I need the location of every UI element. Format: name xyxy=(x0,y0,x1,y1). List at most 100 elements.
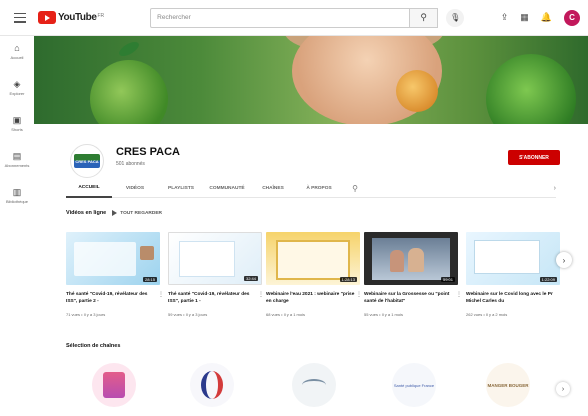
video-meta: 262 vues • Il y a 2 mois xyxy=(466,312,508,317)
side-rail: ⌂ Accueil ◈ Explorer ▣ Shorts ▤ Abonneme… xyxy=(0,36,34,416)
video-title[interactable]: Thé santé "Covid-19, révélateur des ISS"… xyxy=(66,292,158,305)
channel-logo-icon xyxy=(302,379,326,391)
thumbnail-slide xyxy=(74,242,136,276)
carousel-next-chevron-icon[interactable]: › xyxy=(556,252,572,268)
thumbnail-person xyxy=(390,250,404,272)
video-title[interactable]: Webinaire l'eau 2021 : webinaire "prise … xyxy=(266,292,358,305)
mic-icon: 🎙 xyxy=(450,13,461,22)
video-duration: 32:44 xyxy=(243,276,258,281)
menu-icon[interactable] xyxy=(14,12,26,23)
video-duration: 1:22:09 xyxy=(539,277,557,282)
featured-channel-avatar[interactable] xyxy=(292,363,336,407)
video-thumbnail[interactable]: 28:15 xyxy=(66,232,160,285)
channel-search-icon[interactable]: ⚲ xyxy=(342,184,368,193)
banner-apple-right xyxy=(486,54,576,124)
notifications-icon[interactable]: 🔔 xyxy=(541,12,552,23)
tab-home[interactable]: ACCUEIL xyxy=(66,180,112,198)
rail-label: Abonnements xyxy=(4,163,30,168)
subscribe-button[interactable]: S'ABONNER xyxy=(508,150,560,165)
video-meta: 71 vues • Il y a 3 jours xyxy=(66,312,106,317)
play-all-button[interactable]: TOUT REGARDER xyxy=(112,210,162,216)
featured-channel-avatar[interactable]: MANGER BOUGER xyxy=(486,363,530,407)
shorts-icon: ▣ xyxy=(12,115,22,125)
banner-apple-bitten xyxy=(396,70,438,112)
search-input[interactable]: Rechercher xyxy=(150,7,411,28)
video-thumbnail[interactable]: 59:01 xyxy=(364,232,458,285)
search-button[interactable]: ⚲ xyxy=(410,7,439,28)
video-duration: 59:01 xyxy=(440,277,455,282)
videos-section-header: Vidéos en ligne TOUT REGARDER xyxy=(66,210,162,216)
top-bar: YouTube FR Rechercher ⚲ 🎙 ⇪ ▦ 🔔 C xyxy=(0,0,588,36)
avatar[interactable]: C xyxy=(564,9,580,26)
more-options-icon[interactable]: ⋮ xyxy=(456,291,462,298)
channel-logo-text: MANGER BOUGER xyxy=(487,382,529,388)
library-icon: ▥ xyxy=(12,187,22,197)
channel-name: CRES PACA xyxy=(116,146,180,158)
thumbnail-speaker xyxy=(140,246,154,260)
thumbnail-slide xyxy=(179,241,235,277)
logo-country: FR xyxy=(97,13,105,19)
video-meta: 55 vues • Il y a 1 mois xyxy=(364,312,403,317)
rail-item-subscriptions[interactable]: ▤ Abonnements xyxy=(0,150,34,180)
rail-label: Accueil xyxy=(10,55,24,60)
search-icon: ⚲ xyxy=(420,12,427,22)
channel-logo-icon xyxy=(103,372,125,398)
video-meta: 59 vues • Il y a 3 jours xyxy=(168,312,208,317)
video-thumbnail[interactable]: 1:22:09 xyxy=(466,232,560,285)
video-thumbnail[interactable]: 1:28:13 xyxy=(266,232,360,285)
search-placeholder: Rechercher xyxy=(157,14,191,21)
rail-item-library[interactable]: ▥ Bibliothèque xyxy=(0,186,34,216)
channel-logo-text: Santé publique France xyxy=(393,382,435,388)
tabs-next-chevron-icon[interactable]: › xyxy=(554,185,556,192)
rail-item-home[interactable]: ⌂ Accueil xyxy=(0,42,34,72)
video-title[interactable]: Thé santé "Covid-19, révélateur des ISS"… xyxy=(168,292,260,305)
video-duration: 1:28:13 xyxy=(339,277,357,282)
subscriber-count: 501 abonnés xyxy=(116,161,145,167)
tab-videos[interactable]: VIDÉOS xyxy=(112,180,158,198)
rail-item-shorts[interactable]: ▣ Shorts xyxy=(0,114,34,144)
section-title: Vidéos en ligne xyxy=(66,210,107,216)
channel-avatar[interactable]: CRES PACA xyxy=(70,144,104,178)
rail-item-explore[interactable]: ◈ Explorer xyxy=(0,78,34,108)
thumbnail-person xyxy=(408,248,424,272)
explore-icon: ◈ xyxy=(13,79,21,89)
tab-community[interactable]: COMMUNAUTÉ xyxy=(204,180,250,198)
rail-label: Explorer xyxy=(9,91,25,96)
logo-text: YouTube xyxy=(58,12,97,23)
video-meta: 68 vues • Il y a 1 mois xyxy=(266,312,305,317)
voice-search-button[interactable]: 🎙 xyxy=(446,8,465,27)
play-icon xyxy=(112,210,118,216)
youtube-play-icon xyxy=(38,11,56,24)
video-title[interactable]: Webinaire sur la Grossesse ou "point san… xyxy=(364,292,456,305)
apps-icon[interactable]: ▦ xyxy=(520,12,529,23)
subscriptions-icon: ▤ xyxy=(12,151,22,161)
tab-about[interactable]: À PROPOS xyxy=(296,180,342,198)
thumbnail-slide xyxy=(276,240,350,280)
rail-label: Shorts xyxy=(11,127,23,132)
banner-leaf xyxy=(116,39,142,59)
channel-logo: CRES PACA xyxy=(74,154,100,168)
tab-playlists[interactable]: PLAYLISTS xyxy=(158,180,204,198)
rail-label: Bibliothèque xyxy=(5,199,29,204)
featured-channel-avatar[interactable]: Santé publique France xyxy=(392,363,436,407)
channels-next-chevron-icon[interactable]: › xyxy=(556,382,570,396)
top-right-actions: ⇪ ▦ 🔔 C xyxy=(501,9,580,26)
video-thumbnail[interactable]: 32:44 xyxy=(168,232,262,285)
featured-channels-title: Sélection de chaînes xyxy=(66,343,121,349)
video-title[interactable]: Webinaire sur le Covid long avec le Pr M… xyxy=(466,292,558,305)
youtube-logo[interactable]: YouTube FR xyxy=(38,11,104,24)
more-options-icon[interactable]: ⋮ xyxy=(356,291,362,298)
more-options-icon[interactable]: ⋮ xyxy=(158,291,164,298)
featured-channel-avatar[interactable] xyxy=(92,363,136,407)
thumbnail-slide xyxy=(474,240,540,274)
featured-channel-avatar[interactable] xyxy=(190,363,234,407)
video-duration: 28:15 xyxy=(142,277,157,282)
channel-tabs: ACCUEIL VIDÉOS PLAYLISTS COMMUNAUTÉ CHAÎ… xyxy=(66,180,556,198)
home-icon: ⌂ xyxy=(14,43,20,53)
more-options-icon[interactable]: ⋮ xyxy=(258,291,264,298)
channel-banner xyxy=(34,36,588,124)
play-all-label: TOUT REGARDER xyxy=(120,210,163,216)
banner-apple-left xyxy=(90,60,168,124)
tab-channels[interactable]: CHAÎNES xyxy=(250,180,296,198)
create-icon[interactable]: ⇪ xyxy=(501,12,509,23)
